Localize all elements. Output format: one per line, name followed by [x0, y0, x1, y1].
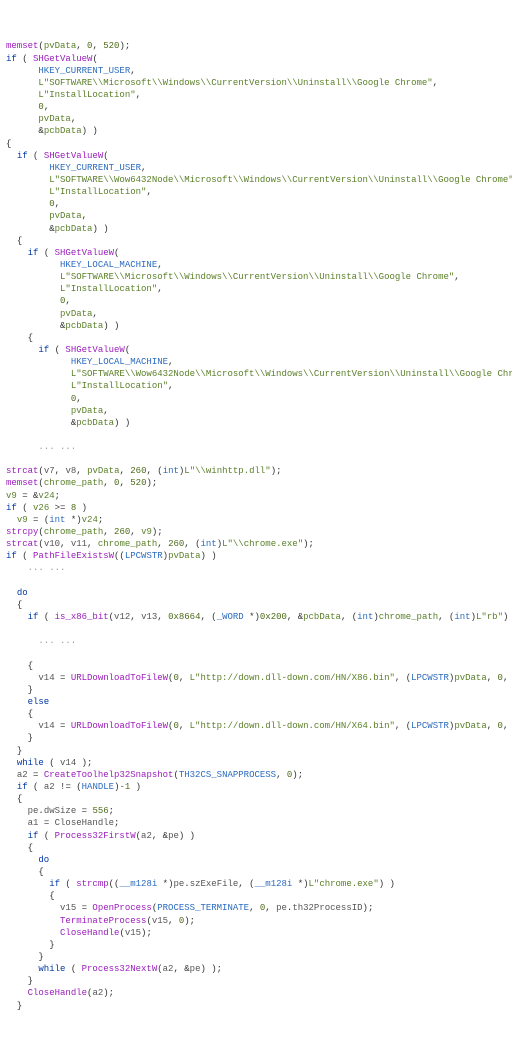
code-block: memset(pvData, 0, 520); if ( SHGetValueW…	[6, 40, 506, 1011]
